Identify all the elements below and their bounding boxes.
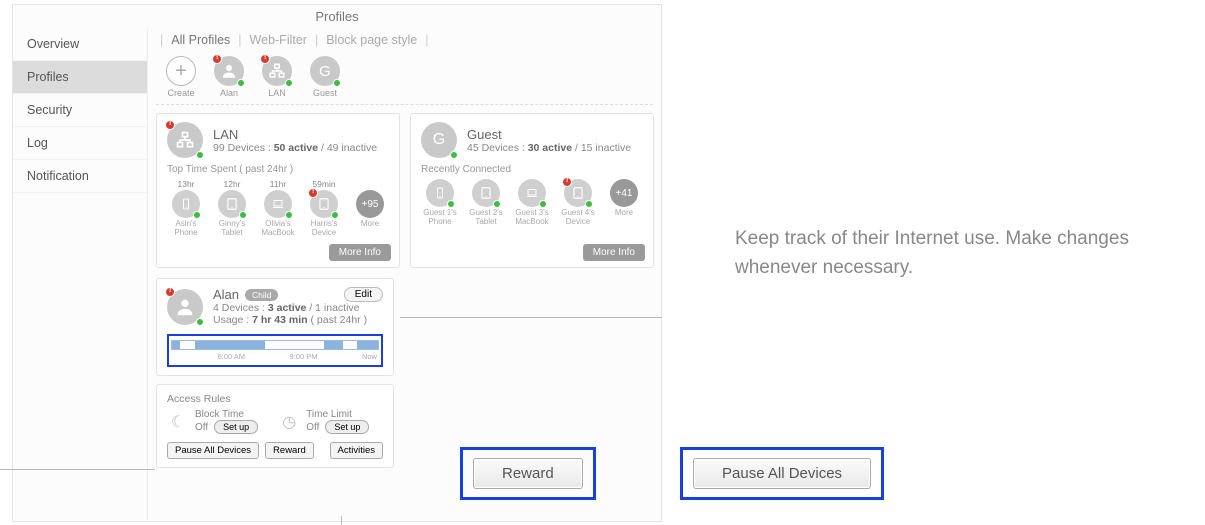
- child-badge: Child: [245, 289, 278, 301]
- lan-icon: [262, 56, 292, 86]
- tablet-icon: [472, 179, 500, 207]
- online-icon: [285, 79, 293, 87]
- more-count: +41: [610, 179, 638, 207]
- card-stat: 45 Devices : 30 active / 15 inactive: [467, 142, 631, 154]
- moon-icon: ☾: [167, 411, 189, 433]
- sidebar: Overview Profiles Security Log Notificat…: [13, 28, 148, 520]
- time-limit-rule: ◷ Time Limit OffSet up: [278, 409, 369, 434]
- callout-text: Keep track of their Internet use. Make c…: [735, 225, 1165, 282]
- activities-button[interactable]: Activities: [330, 442, 383, 459]
- stopwatch-icon: ◷: [278, 411, 300, 433]
- chip-lan[interactable]: LAN: [262, 56, 292, 98]
- device-item[interactable]: Guest 1's Phone: [421, 179, 459, 226]
- connector-line: [400, 317, 662, 318]
- person-avatar-icon: [167, 289, 203, 325]
- app-panel: Profiles Overview Profiles Security Log …: [12, 4, 662, 522]
- laptop-icon: [518, 179, 546, 207]
- alert-icon: [212, 54, 222, 64]
- chip-guest[interactable]: G Guest: [310, 56, 340, 98]
- person-icon: [214, 56, 244, 86]
- device-item[interactable]: Guest 3's MacBook: [513, 179, 551, 226]
- card-title: LAN: [213, 127, 377, 142]
- chip-create[interactable]: + Create: [166, 56, 196, 98]
- alert-icon: [165, 287, 175, 297]
- panel-title: Profiles: [13, 5, 661, 28]
- card-lan: LAN 99 Devices : 50 active / 49 inactive…: [156, 113, 400, 268]
- reward-big-button[interactable]: Reward: [473, 458, 583, 489]
- plus-icon: +: [166, 56, 196, 86]
- device-row: Guest 1's Phone Guest 2's Tablet Guest 3…: [421, 179, 643, 226]
- card-stat: 4 Devices : 3 active / 1 inactive: [213, 302, 367, 314]
- tabs: | All Profiles | Web-Filter | Block page…: [156, 28, 653, 50]
- online-icon: [450, 151, 458, 159]
- card-title: Guest: [467, 127, 631, 142]
- device-item[interactable]: 59min Harris's Device: [305, 179, 343, 237]
- device-item[interactable]: Guest 4's Device: [559, 179, 597, 226]
- sidebar-item-security[interactable]: Security: [13, 94, 147, 127]
- online-icon: [333, 79, 341, 87]
- device-item[interactable]: 13hr Asin's Phone: [167, 179, 205, 237]
- tab-web-filter[interactable]: Web-Filter: [242, 30, 315, 50]
- chip-label: Guest: [313, 88, 337, 98]
- setup-block-button[interactable]: Set up: [214, 420, 258, 434]
- tab-block-page-style[interactable]: Block page style: [318, 30, 425, 50]
- lan-avatar-icon: [167, 122, 203, 158]
- profile-chips: + Create Alan: [156, 50, 653, 105]
- guest-icon: G: [310, 56, 340, 86]
- card-subheader: Top Time Spent ( past 24hr ): [167, 164, 389, 175]
- rules-title: Access Rules: [167, 393, 383, 405]
- setup-limit-button[interactable]: Set up: [325, 420, 369, 434]
- block-time-rule: ☾ Block Time OffSet up: [167, 409, 258, 434]
- tab-all-profiles[interactable]: All Profiles: [163, 30, 238, 50]
- more-count: +95: [356, 190, 384, 218]
- highlight-pause: Pause All Devices: [680, 447, 884, 500]
- device-row: 13hr Asin's Phone 12hr Ginny's Tablet 11…: [167, 179, 389, 237]
- access-rules-card: Access Rules ☾ Block Time OffSet up ◷ Ti…: [156, 384, 394, 468]
- device-item[interactable]: 11hr Olivia's MacBook: [259, 179, 297, 237]
- alert-icon: [165, 120, 175, 130]
- device-more[interactable]: +41 More: [605, 179, 643, 226]
- usage-stat: Usage : 7 hr 43 min ( past 24hr ): [213, 314, 367, 326]
- device-more[interactable]: +95 More: [351, 179, 389, 237]
- device-item[interactable]: 12hr Ginny's Tablet: [213, 179, 251, 237]
- tablet-icon: [310, 190, 338, 218]
- edit-button[interactable]: Edit: [344, 287, 383, 302]
- card-stat: 99 Devices : 50 active / 49 inactive: [213, 142, 377, 154]
- card-guest: G Guest 45 Devices : 30 active / 15 inac…: [410, 113, 654, 268]
- chip-alan[interactable]: Alan: [214, 56, 244, 98]
- more-info-button[interactable]: More Info: [329, 244, 391, 261]
- guest-avatar-icon: G: [421, 122, 457, 158]
- online-icon: [196, 318, 204, 326]
- card-title: Alan: [213, 287, 239, 302]
- chip-label: LAN: [268, 88, 286, 98]
- chip-label: Alan: [220, 88, 238, 98]
- laptop-icon: [264, 190, 292, 218]
- pause-big-button[interactable]: Pause All Devices: [693, 458, 871, 489]
- sidebar-item-profiles[interactable]: Profiles: [13, 61, 147, 94]
- usage-timeline: 6:00 AM 9:00 PM Now: [167, 334, 383, 367]
- device-item[interactable]: Guest 2's Tablet: [467, 179, 505, 226]
- sidebar-item-notification[interactable]: Notification: [13, 160, 147, 193]
- online-icon: [237, 79, 245, 87]
- online-icon: [196, 151, 204, 159]
- more-info-button[interactable]: More Info: [583, 244, 645, 261]
- highlight-reward: Reward: [460, 447, 596, 500]
- connector-line: [0, 469, 155, 470]
- card-subheader: Recently Connected: [421, 164, 643, 175]
- sidebar-item-overview[interactable]: Overview: [13, 28, 147, 61]
- card-alan: Edit Alan Child 4 Devices : 3 active / 1…: [156, 278, 394, 376]
- reward-button[interactable]: Reward: [265, 442, 314, 459]
- sidebar-item-log[interactable]: Log: [13, 127, 147, 160]
- tablet-icon: [564, 179, 592, 207]
- phone-icon: [426, 179, 454, 207]
- chip-label: Create: [167, 88, 194, 98]
- alert-icon: [260, 54, 270, 64]
- pause-all-button[interactable]: Pause All Devices: [167, 442, 259, 459]
- tablet-icon: [218, 190, 246, 218]
- connector-line: [341, 516, 342, 525]
- phone-icon: [172, 190, 200, 218]
